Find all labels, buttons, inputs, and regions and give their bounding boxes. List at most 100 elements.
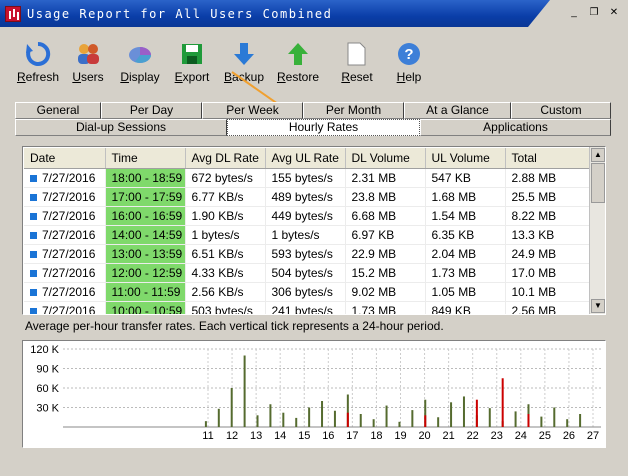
- table-row[interactable]: 7/27/2016 17:00 - 17:59 6.77 KB/s 489 bytes…: [24, 187, 590, 207]
- table-cell: 10:00 - 10:59: [105, 301, 186, 314]
- tab-per-month[interactable]: Per Month: [303, 102, 404, 119]
- table-cell: 306 bytes/s: [265, 282, 346, 302]
- table-cell: 7/27/2016: [24, 187, 106, 207]
- column-header-time[interactable]: Time: [105, 148, 186, 169]
- display-button[interactable]: Display: [114, 40, 166, 86]
- scroll-up-icon[interactable]: ▲: [591, 148, 605, 162]
- tab-hourly-rates[interactable]: Hourly Rates: [227, 119, 420, 136]
- table-cell: 6.35 KB: [425, 225, 506, 245]
- table-cell: 2.56 MB: [505, 301, 590, 314]
- table-cell: 6.68 MB: [345, 206, 426, 226]
- tab-per-day[interactable]: Per Day: [101, 102, 202, 119]
- table-cell: 17:00 - 17:59: [105, 187, 186, 207]
- table-cell: 13.3 KB: [505, 225, 590, 245]
- table-cell: 1 bytes/s: [265, 225, 346, 245]
- window-title: Usage Report for All Users Combined: [27, 6, 333, 21]
- table-row[interactable]: 7/27/2016 16:00 - 16:59 1.90 KB/s 449 bytes…: [24, 206, 590, 226]
- table-cell: 1.05 MB: [425, 282, 506, 302]
- column-header-date[interactable]: Date: [24, 148, 106, 169]
- tab-custom[interactable]: Custom: [511, 102, 611, 119]
- close-button[interactable]: ✕: [608, 7, 620, 19]
- y-tick-label: 120 K: [30, 344, 59, 356]
- export-button[interactable]: Export: [166, 40, 218, 86]
- table-cell: 2.56 KB/s: [185, 282, 266, 302]
- column-header-ul-volume[interactable]: UL Volume: [425, 148, 506, 169]
- table-row[interactable]: 7/27/2016 13:00 - 13:59 6.51 KB/s 593 bytes…: [24, 244, 590, 264]
- table-cell: 1.73 MB: [425, 263, 506, 283]
- row-icon: [30, 174, 37, 182]
- tab-dial-up-sessions[interactable]: Dial-up Sessions: [15, 119, 227, 136]
- help-icon: ?: [395, 40, 423, 68]
- table-cell: 7/27/2016: [24, 168, 106, 188]
- table-row[interactable]: 7/27/2016 10:00 - 10:59 503 bytes/s 241 byt…: [24, 301, 590, 314]
- hourly-rates-table-panel: Date Time Avg DL Rate Avg UL Rate DL Vol…: [22, 146, 606, 315]
- table-cell: 672 bytes/s: [185, 168, 266, 188]
- column-header-avg-ul-rate[interactable]: Avg UL Rate: [265, 148, 346, 169]
- table-cell: 241 bytes/s: [265, 301, 346, 314]
- table-cell: 8.22 MB: [505, 206, 590, 226]
- row-icon: [30, 193, 37, 201]
- table-cell: 4.33 KB/s: [185, 263, 266, 283]
- x-tick-label: 21: [443, 430, 455, 442]
- hourly-rates-table: Date Time Avg DL Rate Avg UL Rate DL Vol…: [24, 148, 590, 314]
- row-icon: [30, 250, 37, 258]
- tab-applications[interactable]: Applications: [420, 119, 611, 136]
- x-tick-label: 23: [491, 430, 503, 442]
- restore-button[interactable]: ❐: [588, 7, 600, 19]
- row-icon: [30, 231, 37, 239]
- users-icon: [74, 40, 102, 68]
- x-tick-label: 26: [563, 430, 575, 442]
- table-cell: 547 KB: [425, 168, 506, 188]
- table-cell: 849 KB: [425, 301, 506, 314]
- table-row[interactable]: 7/27/2016 12:00 - 12:59 4.33 KB/s 504 bytes…: [24, 263, 590, 283]
- x-tick-label: 27: [587, 430, 599, 442]
- table-cell: 6.77 KB/s: [185, 187, 266, 207]
- x-tick-label: 20: [418, 430, 430, 442]
- refresh-button[interactable]: Refresh: [14, 40, 62, 86]
- table-cell: 6.97 KB: [345, 225, 426, 245]
- tab-at-a-glance[interactable]: At a Glance: [404, 102, 511, 119]
- x-tick-label: 12: [226, 430, 238, 442]
- table-cell: 23.8 MB: [345, 187, 426, 207]
- users-button[interactable]: Users: [62, 40, 114, 86]
- table-row[interactable]: 7/27/2016 18:00 - 18:59 672 bytes/s 155 byt…: [24, 168, 590, 188]
- row-icon: [30, 269, 37, 277]
- toolbar: Refresh Users Display Export Backup Rest…: [14, 40, 430, 86]
- table-cell: 9.02 MB: [345, 282, 426, 302]
- table-cell: 2.88 MB: [505, 168, 590, 188]
- restore-icon: [284, 40, 312, 68]
- column-header-dl-volume[interactable]: DL Volume: [345, 148, 426, 169]
- table-cell: 10.1 MB: [505, 282, 590, 302]
- tab-per-week[interactable]: Per Week: [202, 102, 303, 119]
- minimize-button[interactable]: _: [568, 7, 580, 19]
- reset-button[interactable]: Reset: [326, 40, 388, 86]
- app-icon: [5, 5, 21, 22]
- chart-description: Average per-hour transfer rates. Each ve…: [25, 319, 444, 333]
- chart-svg: 120 K 90 K 60 K 30 K 11 12 13 14 15 16 17 18 19 20 21 2…: [30, 344, 601, 442]
- table-cell: 17.0 MB: [505, 263, 590, 283]
- x-tick-label: 25: [539, 430, 551, 442]
- column-header-total[interactable]: Total: [505, 148, 590, 169]
- scroll-down-icon[interactable]: ▼: [591, 299, 605, 313]
- table-cell: 18:00 - 18:59: [105, 168, 186, 188]
- tab-general[interactable]: General: [15, 102, 101, 119]
- hourly-rate-chart: 120 K 90 K 60 K 30 K 11 12 13 14 15 16 17 18 19 20 21 2…: [22, 340, 606, 448]
- table-cell: 7/27/2016: [24, 244, 106, 264]
- help-button[interactable]: ? Help: [388, 40, 430, 86]
- x-tick-label: 19: [394, 430, 406, 442]
- table-cell: 15.2 MB: [345, 263, 426, 283]
- table-cell: 25.5 MB: [505, 187, 590, 207]
- row-icon: [30, 212, 37, 220]
- table-cell: 11:00 - 11:59: [105, 282, 186, 302]
- x-tick-label: 11: [202, 430, 213, 442]
- x-tick-label: 16: [322, 430, 334, 442]
- scroll-thumb[interactable]: [591, 163, 605, 203]
- refresh-icon: [24, 40, 52, 68]
- table-row[interactable]: 7/27/2016 11:00 - 11:59 2.56 KB/s 306 bytes…: [24, 282, 590, 302]
- table-cell: 22.9 MB: [345, 244, 426, 264]
- table-cell: 2.04 MB: [425, 244, 506, 264]
- x-tick-label: 22: [467, 430, 479, 442]
- column-header-avg-dl-rate[interactable]: Avg DL Rate: [185, 148, 266, 169]
- vertical-scrollbar[interactable]: ▲ ▼: [589, 147, 605, 314]
- table-row[interactable]: 7/27/2016 14:00 - 14:59 1 bytes/s 1 bytes/s…: [24, 225, 590, 245]
